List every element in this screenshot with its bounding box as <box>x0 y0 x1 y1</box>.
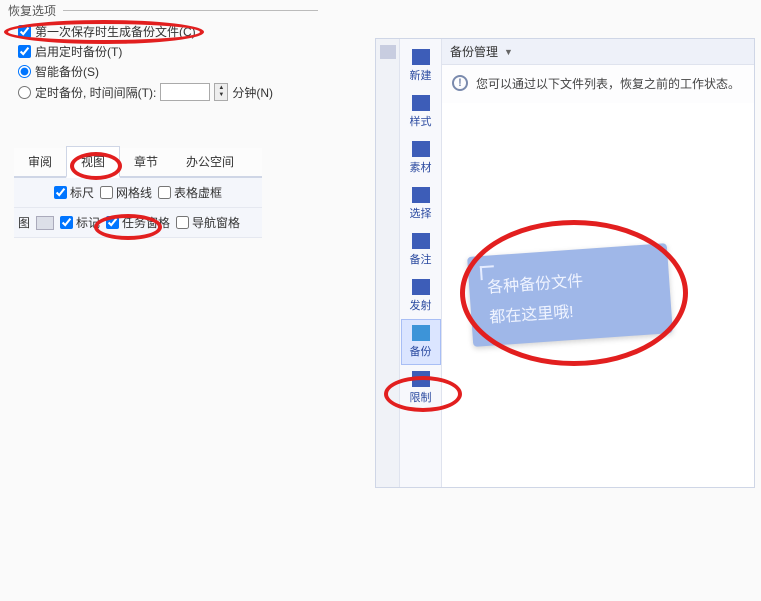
cb-task-pane[interactable]: 任务窗格 <box>106 214 170 231</box>
row2-prefix: 图 <box>18 214 30 231</box>
material-icon <box>412 141 430 157</box>
mini-icon[interactable] <box>380 45 396 59</box>
vtool-style[interactable]: 样式 <box>401 89 441 135</box>
panel-body: ! 您可以通过以下文件列表，恢复之前的工作状态。 <box>442 65 754 103</box>
cb-marker[interactable]: 标记 <box>60 214 100 231</box>
select-icon <box>412 187 430 203</box>
tab-office[interactable]: 办公空间 <box>172 147 248 176</box>
interval-radio-row[interactable]: 定时备份, 时间间隔(T): ▲▼ 分钟(N) <box>18 83 318 101</box>
vtool-note[interactable]: 备注 <box>401 227 441 273</box>
group-title: 恢复选项 <box>8 2 318 19</box>
vtool-backup[interactable]: 备份 <box>401 319 441 365</box>
note-line1: 各种备份文件 <box>486 262 651 297</box>
ribbon-row-1: 标尺 网格线 表格虚框 <box>14 178 262 208</box>
interval-label: 定时备份, 时间间隔(T): <box>35 84 156 101</box>
panel-header: 备份管理 ▼ <box>442 39 754 65</box>
vtool-material[interactable]: 素材 <box>401 135 441 181</box>
new-icon <box>412 49 430 65</box>
backup-icon <box>412 325 430 341</box>
send-icon <box>412 279 430 295</box>
note-line2: 都在这里哦! <box>488 292 653 327</box>
first-save-label: 第一次保存时生成备份文件(C) <box>35 23 196 40</box>
radio-smart-backup[interactable] <box>18 65 31 78</box>
group-title-text: 恢复选项 <box>8 4 56 18</box>
interval-input[interactable] <box>160 83 210 101</box>
note-icon <box>412 233 430 249</box>
smart-backup-radio-row[interactable]: 智能备份(S) <box>18 63 318 80</box>
interval-unit: 分钟(N) <box>232 84 273 101</box>
note-card: 各种备份文件 都在这里哦! <box>467 243 673 347</box>
tab-bar: 审阅 视图 章节 办公空间 <box>14 148 262 178</box>
tab-view[interactable]: 视图 <box>66 146 120 178</box>
info-icon: ! <box>452 75 468 91</box>
panel-info-text: 您可以通过以下文件列表，恢复之前的工作状态。 <box>476 75 740 93</box>
checkbox-first-save[interactable] <box>18 25 31 38</box>
vtool-select[interactable]: 选择 <box>401 181 441 227</box>
vtool-limit[interactable]: 限制 <box>401 365 441 411</box>
vtool-new[interactable]: 新建 <box>401 43 441 89</box>
style-icon <box>412 95 430 111</box>
cb-gridlines[interactable]: 网格线 <box>100 184 152 201</box>
cb-nav-pane[interactable]: 导航窗格 <box>176 214 240 231</box>
divider-line <box>63 10 318 11</box>
tab-chapter[interactable]: 章节 <box>120 147 172 176</box>
chevron-down-icon[interactable]: ▼ <box>504 47 513 57</box>
enable-timed-label: 启用定时备份(T) <box>35 43 122 60</box>
checkbox-enable-timed[interactable] <box>18 45 31 58</box>
limit-icon <box>412 371 430 387</box>
radio-interval-backup[interactable] <box>18 86 31 99</box>
smart-backup-label: 智能备份(S) <box>35 63 99 80</box>
vtool-send[interactable]: 发射 <box>401 273 441 319</box>
cb-ruler[interactable]: 标尺 <box>54 184 94 201</box>
panel-title: 备份管理 <box>450 43 498 60</box>
recovery-options-group: 恢复选项 第一次保存时生成备份文件(C) 启用定时备份(T) 智能备份(S) 定… <box>8 2 318 104</box>
first-save-checkbox-row[interactable]: 第一次保存时生成备份文件(C) <box>18 23 318 40</box>
vertical-toolbar: 新建 样式 素材 选择 备注 发射 备份 限制 <box>400 39 442 487</box>
cb-table-frame[interactable]: 表格虚框 <box>158 184 222 201</box>
interval-spinner[interactable]: ▲▼ <box>214 83 228 101</box>
ribbon-block: 审阅 视图 章节 办公空间 标尺 网格线 表格虚框 图 标记 任务窗格 导航窗格 <box>14 148 262 238</box>
dropdown-icon[interactable] <box>36 216 54 230</box>
mini-column <box>376 39 400 487</box>
tab-review[interactable]: 审阅 <box>14 147 66 176</box>
ribbon-row-2: 图 标记 任务窗格 导航窗格 <box>14 208 262 238</box>
enable-timed-checkbox-row[interactable]: 启用定时备份(T) <box>18 43 318 60</box>
